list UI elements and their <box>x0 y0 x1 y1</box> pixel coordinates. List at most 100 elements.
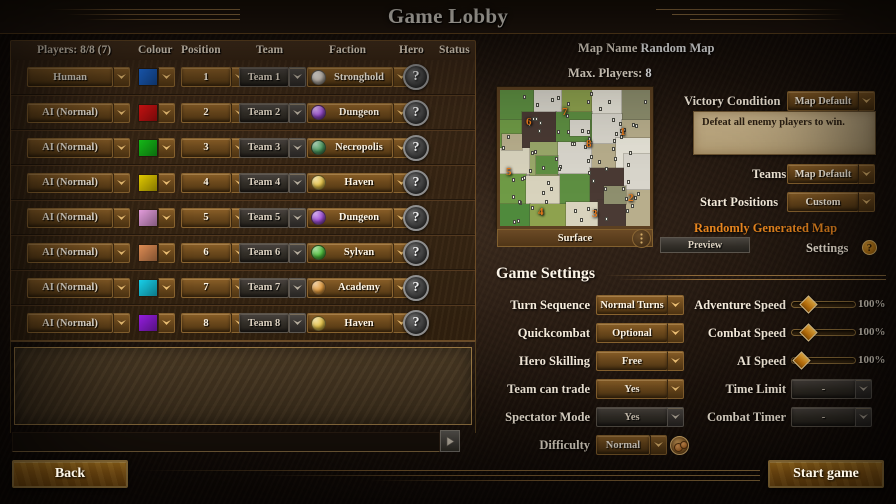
player-colour-chevron-down-icon[interactable] <box>158 207 175 228</box>
back-button[interactable]: Back <box>12 460 128 488</box>
player-position-select[interactable]: 1 <box>181 67 231 87</box>
teams-select[interactable]: Map Default <box>787 164 859 184</box>
player-position-select[interactable]: 4 <box>181 172 231 193</box>
minimap-start-position[interactable]: 4 <box>538 206 544 218</box>
minimap-object <box>517 200 521 205</box>
player-colour-chevron-down-icon[interactable] <box>158 277 175 298</box>
difficulty-icon[interactable] <box>670 436 689 455</box>
hero-select-button[interactable]: ? <box>403 99 429 126</box>
player-team-chevron-down-icon[interactable] <box>289 67 306 87</box>
minimap-layer-toggle[interactable] <box>632 229 651 248</box>
hero-select-button[interactable]: ? <box>403 64 429 90</box>
hero-select-button[interactable]: ? <box>403 204 429 231</box>
minimap-start-position[interactable]: 7 <box>562 106 568 118</box>
player-colour-swatch[interactable] <box>138 68 158 86</box>
player-type-chevron-down-icon[interactable] <box>113 242 130 263</box>
player-team-chevron-down-icon[interactable] <box>289 102 306 123</box>
start-positions-chevron-down-icon[interactable] <box>858 192 875 212</box>
player-position-select[interactable]: 3 <box>181 137 231 158</box>
hero-select-button[interactable]: ? <box>403 134 429 161</box>
setting-select[interactable]: Free <box>596 351 668 371</box>
player-type-chevron-down-icon[interactable] <box>113 137 130 158</box>
player-colour-swatch[interactable] <box>138 278 158 297</box>
player-position-select[interactable]: 5 <box>181 207 231 228</box>
minimap-object <box>556 130 560 135</box>
victory-condition-select[interactable]: Map Default <box>787 91 859 111</box>
player-team-chevron-down-icon[interactable] <box>289 242 306 263</box>
player-colour-swatch[interactable] <box>138 173 158 192</box>
hero-select-button[interactable]: ? <box>403 274 429 301</box>
setting-chevron-down-icon[interactable] <box>650 435 667 455</box>
player-type-select[interactable]: AI (Normal) <box>27 277 113 298</box>
player-faction-select[interactable]: Sylvan <box>307 242 393 263</box>
player-team-select[interactable]: Team 7 <box>239 277 289 298</box>
player-faction-select[interactable]: Dungeon <box>307 207 393 228</box>
hero-select-button[interactable]: ? <box>403 239 429 266</box>
player-team-chevron-down-icon[interactable] <box>289 207 306 228</box>
player-type-select[interactable]: Human <box>27 67 113 87</box>
player-colour-swatch[interactable] <box>138 208 158 227</box>
player-type-chevron-down-icon[interactable] <box>113 277 130 298</box>
player-colour-chevron-down-icon[interactable] <box>158 137 175 158</box>
player-team-chevron-down-icon[interactable] <box>289 277 306 298</box>
settings-help-icon[interactable]: ? <box>862 240 877 255</box>
minimap-start-position[interactable]: 8 <box>586 138 592 150</box>
teams-chevron-down-icon[interactable] <box>858 164 875 184</box>
player-colour-swatch[interactable] <box>138 103 158 122</box>
player-type-select[interactable]: AI (Normal) <box>27 102 113 123</box>
player-colour-swatch[interactable] <box>138 243 158 262</box>
player-team-select[interactable]: Team 6 <box>239 242 289 263</box>
player-colour-chevron-down-icon[interactable] <box>158 242 175 263</box>
player-position-select[interactable]: 6 <box>181 242 231 263</box>
minimap-start-position[interactable]: 3 <box>592 208 598 220</box>
setting-select[interactable]: Optional <box>596 323 668 343</box>
player-colour-chevron-down-icon[interactable] <box>158 67 175 87</box>
player-colour-chevron-down-icon[interactable] <box>158 102 175 123</box>
player-team-value: Team 4 <box>247 177 281 188</box>
player-faction-select[interactable]: Necropolis <box>307 137 393 158</box>
player-team-select[interactable]: Team 3 <box>239 137 289 158</box>
player-type-chevron-down-icon[interactable] <box>113 102 130 123</box>
player-type-select[interactable]: AI (Normal) <box>27 207 113 228</box>
minimap-start-position[interactable]: 6 <box>526 116 532 128</box>
setting-chevron-down-icon[interactable] <box>855 379 872 399</box>
victory-condition-chevron-down-icon[interactable] <box>858 91 875 111</box>
player-type-select[interactable]: AI (Normal) <box>27 172 113 193</box>
player-team-select[interactable]: Team 4 <box>239 172 289 193</box>
player-faction-select[interactable]: Academy <box>307 277 393 298</box>
minimap-object <box>590 155 594 160</box>
preview-button[interactable]: Preview <box>660 237 750 253</box>
player-colour-chevron-down-icon[interactable] <box>158 172 175 193</box>
player-faction-select[interactable]: Stronghold <box>307 67 393 87</box>
player-type-select[interactable]: AI (Normal) <box>27 242 113 263</box>
setting-select[interactable]: Normal <box>596 435 650 455</box>
hero-select-button[interactable]: ? <box>403 169 429 196</box>
player-team-chevron-down-icon[interactable] <box>289 137 306 158</box>
setting-chevron-down-icon[interactable] <box>855 407 872 427</box>
minimap-start-position[interactable]: 1 <box>620 126 626 138</box>
setting-select[interactable]: - <box>791 379 856 399</box>
player-team-select[interactable]: Team 1 <box>239 67 289 87</box>
minimap[interactable]: 1 2 3 4 5 6 7 8 <box>497 87 653 229</box>
player-type-chevron-down-icon[interactable] <box>113 172 130 193</box>
setting-select[interactable]: - <box>791 407 856 427</box>
setting-select[interactable]: Normal Turns <box>596 295 668 315</box>
player-team-select[interactable]: Team 2 <box>239 102 289 123</box>
player-type-select[interactable]: AI (Normal) <box>27 137 113 158</box>
player-position-select[interactable]: 2 <box>181 102 231 123</box>
player-colour-swatch[interactable] <box>138 138 158 157</box>
player-faction-select[interactable]: Dungeon <box>307 102 393 123</box>
start-game-button[interactable]: Start game <box>768 460 884 488</box>
setting-select[interactable]: Yes <box>596 379 668 399</box>
player-team-chevron-down-icon[interactable] <box>289 172 306 193</box>
setting-select[interactable]: Yes <box>596 407 668 427</box>
minimap-start-position[interactable]: 2 <box>628 192 634 204</box>
start-positions-select[interactable]: Custom <box>787 192 859 212</box>
player-team-select[interactable]: Team 5 <box>239 207 289 228</box>
player-position-select[interactable]: 7 <box>181 277 231 298</box>
player-faction-select[interactable]: Haven <box>307 172 393 193</box>
player-type-chevron-down-icon[interactable] <box>113 67 130 87</box>
player-type-chevron-down-icon[interactable] <box>113 207 130 228</box>
game-settings-title: Game Settings <box>496 265 596 282</box>
minimap-start-position[interactable]: 5 <box>506 166 512 178</box>
